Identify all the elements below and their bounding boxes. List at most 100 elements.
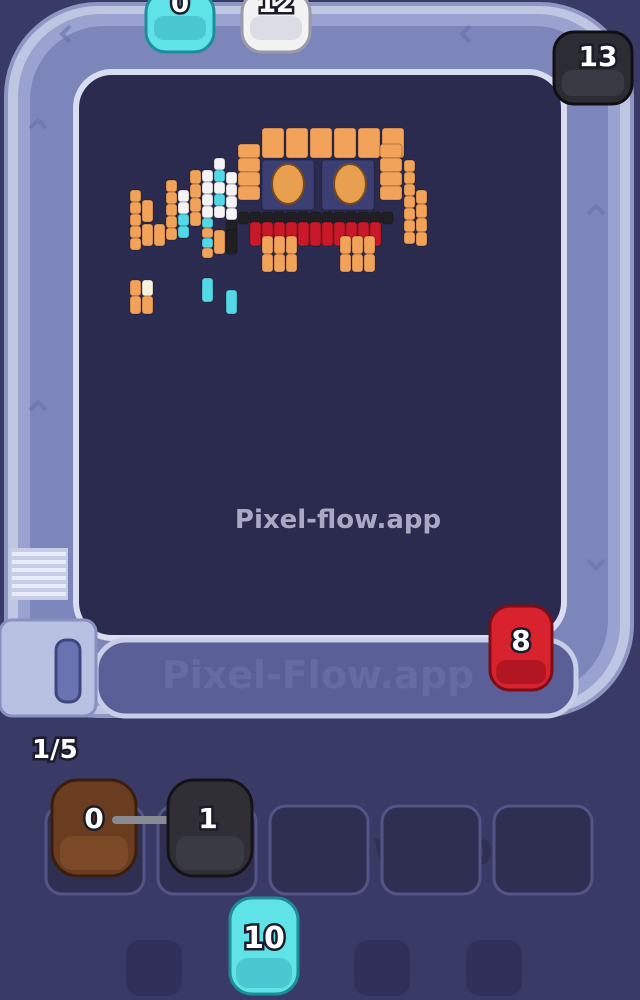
pixel-block: [363, 235, 376, 255]
pixel-block: [165, 227, 178, 241]
slot-unit-black[interactable]: 1: [160, 770, 260, 882]
pixel-block: [213, 169, 226, 183]
pixel-block: [129, 213, 142, 227]
queue-counter: 1/5: [30, 730, 100, 767]
pixel-block: [261, 235, 274, 255]
svg-text:1/5: 1/5: [32, 735, 78, 765]
pixel-block: [403, 195, 416, 209]
pixel-block: [309, 221, 322, 247]
pixel-block: [201, 237, 214, 249]
pixel-block: [357, 127, 381, 159]
pixel-block: [201, 181, 214, 195]
queue-placeholders: [126, 940, 522, 996]
pixel-block: [189, 183, 202, 199]
pixel-block: [285, 235, 298, 255]
pixel-block: [273, 253, 286, 273]
track-unit-red[interactable]: 8: [484, 600, 558, 696]
pixel-block: [177, 225, 190, 239]
pixel-block: [403, 219, 416, 233]
pixel-block: [165, 191, 178, 205]
pixel-block: [201, 247, 214, 259]
pixel-block: [201, 193, 214, 207]
pixel-block: [141, 279, 154, 297]
slot-5[interactable]: [492, 804, 594, 896]
unit-count: 13: [579, 40, 618, 73]
pixel-block: [351, 235, 364, 255]
pixel-block: [129, 201, 142, 215]
pixel-block: [213, 181, 226, 195]
pixel-block: [177, 189, 190, 203]
pixel-block: [177, 201, 190, 215]
pixel-block: [201, 277, 214, 303]
pixel-block: [165, 215, 178, 229]
pixel-block: [189, 197, 202, 213]
pixel-block: [351, 253, 364, 273]
pixel-block: [403, 183, 416, 197]
pixel-block: [201, 169, 214, 183]
pixel-block: [379, 157, 403, 173]
pixel-block: [213, 205, 226, 219]
pixel-block: [379, 171, 403, 187]
pixel-block: [201, 217, 214, 229]
pixel-block: [237, 211, 250, 225]
pixel-block: [237, 157, 261, 173]
unit-count: 0: [84, 802, 103, 835]
pixel-block: [237, 185, 261, 201]
pixel-block: [339, 253, 352, 273]
slot-4[interactable]: [380, 804, 482, 896]
track-unit-black[interactable]: 13: [548, 26, 638, 110]
pixel-block: [249, 221, 262, 247]
next-unit-cyan[interactable]: 10: [224, 892, 304, 1000]
pixel-block: [225, 289, 238, 315]
pixel-block: [415, 189, 428, 205]
pixel-block: [129, 189, 142, 203]
pixel-block: [339, 235, 352, 255]
unit-count: 1: [198, 802, 217, 835]
pixel-block: [379, 185, 403, 201]
track-unit-cyan[interactable]: 0: [140, 0, 220, 66]
pixel-block: [177, 213, 190, 227]
pixel-block: [225, 229, 238, 255]
pixel-block: [273, 235, 286, 255]
pixel-art: [129, 127, 428, 315]
pixel-block: [415, 231, 428, 247]
pixel-block: [237, 143, 261, 159]
pixel-block: [363, 253, 376, 273]
watermark-center: Pixel-flow.app: [235, 505, 441, 535]
pixel-block: [225, 207, 238, 221]
slot-3[interactable]: [268, 804, 370, 896]
unit-count: 0: [171, 0, 189, 19]
pixel-block: [129, 237, 142, 251]
pixel-block: [213, 229, 226, 255]
pixel-block: [285, 253, 298, 273]
unit-count: 12: [258, 0, 294, 19]
slot-unit-brown[interactable]: 0: [44, 770, 144, 882]
robot-face: [271, 163, 305, 205]
pixel-block: [309, 127, 333, 159]
pixel-block: [285, 127, 309, 159]
watermark-conveyor: Pixel-Flow.app: [162, 653, 474, 697]
pixel-block: [189, 211, 202, 227]
pixel-block: [403, 171, 416, 185]
unit-count: 10: [243, 921, 285, 956]
pixel-block: [165, 203, 178, 217]
pixel-block: [165, 179, 178, 193]
pixel-block: [403, 159, 416, 173]
pixel-block: [225, 195, 238, 209]
track-unit-white[interactable]: 12: [236, 0, 316, 66]
pixel-block: [141, 295, 154, 315]
unit-count: 8: [511, 624, 530, 657]
pixel-block: [225, 183, 238, 197]
robot-face: [333, 163, 367, 205]
pixel-block: [381, 211, 394, 225]
pixel-block: [225, 171, 238, 185]
pixel-block: [129, 295, 142, 315]
pixel-block: [201, 227, 214, 239]
pixel-block: [261, 253, 274, 273]
pixel-block: [321, 221, 334, 247]
pixel-block: [403, 231, 416, 245]
pixel-block: [153, 223, 166, 247]
pixel-block: [201, 205, 214, 219]
pixel-block: [129, 279, 142, 297]
pixel-block: [141, 223, 154, 247]
